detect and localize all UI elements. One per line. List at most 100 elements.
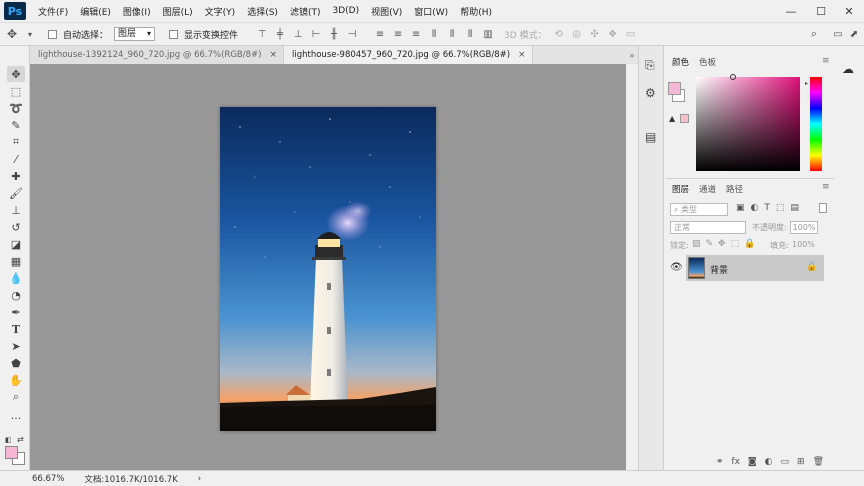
zoom-level[interactable]: 66.67% [32, 474, 64, 484]
history-panel-icon[interactable]: ⎘ [645, 58, 655, 73]
gradient-tool-icon[interactable]: ▦ [7, 253, 25, 269]
opacity-input[interactable]: 100% [790, 221, 818, 234]
align-right-icon[interactable]: ⊣ [346, 28, 358, 40]
hue-slider-handle[interactable]: ▸ [805, 80, 808, 87]
folder-icon[interactable]: ▭ [781, 457, 790, 467]
tab-layers[interactable]: 图层 [672, 183, 689, 195]
minimize-button[interactable]: — [776, 0, 806, 22]
path-select-tool-icon[interactable]: ➤ [7, 338, 25, 354]
properties-panel-icon[interactable]: ⚙ [645, 86, 656, 100]
panel-menu-icon[interactable]: ≡ [822, 182, 830, 192]
more-tools-icon[interactable]: ··· [7, 410, 25, 426]
menu-view[interactable]: 视图(V) [365, 5, 408, 18]
shape-tool-icon[interactable]: ⬟ [7, 355, 25, 371]
quick-select-tool-icon[interactable]: ✎ [7, 117, 25, 133]
link-icon[interactable]: ⚭ [716, 457, 724, 467]
menu-edit[interactable]: 编辑(E) [74, 5, 117, 18]
close-icon[interactable]: × [269, 50, 277, 60]
creative-cloud-icon[interactable]: ☁ [842, 62, 854, 76]
tab-paths[interactable]: 路径 [726, 183, 743, 195]
distribute-vcenter-icon[interactable]: ≡ [392, 28, 404, 40]
3d-rotate-icon[interactable]: ⟲ [553, 28, 565, 40]
menu-3d[interactable]: 3D(D) [326, 6, 365, 16]
default-colors-icon[interactable]: ◧ [5, 436, 12, 444]
workspace-icon[interactable]: ▭ [832, 28, 844, 40]
tab-document-1[interactable]: lighthouse-1392124_960_720.jpg @ 66.7%(R… [30, 46, 284, 64]
menu-help[interactable]: 帮助(H) [454, 5, 498, 18]
blur-tool-icon[interactable]: 💧 [7, 270, 25, 286]
status-menu-arrow[interactable]: › [198, 474, 201, 484]
menu-type[interactable]: 文字(Y) [199, 5, 242, 18]
layer-name[interactable]: 背景 [710, 263, 728, 276]
filter-toggle[interactable] [819, 203, 827, 213]
blend-mode-dropdown[interactable]: 正常 [670, 221, 746, 234]
move-tool-icon[interactable]: ✥ [7, 66, 25, 82]
foreground-color-swatch[interactable] [668, 82, 681, 95]
eyedropper-tool-icon[interactable]: ⁄ [7, 151, 25, 167]
align-left-icon[interactable]: ⊢ [310, 28, 322, 40]
distribute-left-icon[interactable]: ⦀ [428, 28, 440, 40]
zoom-tool-icon[interactable]: ⌕ [7, 389, 25, 405]
chevron-down-icon[interactable]: ▾ [24, 28, 36, 40]
panel-menu-icon[interactable]: ≡ [822, 56, 830, 66]
foreground-color-swatch[interactable] [5, 446, 18, 459]
layer-row-background[interactable]: 背景 🔒 [686, 255, 824, 281]
tab-color[interactable]: 颜色 [672, 56, 689, 68]
clone-stamp-tool-icon[interactable]: ⊥ [7, 202, 25, 218]
libraries-panel-icon[interactable]: ▤ [645, 130, 656, 144]
menu-file[interactable]: 文件(F) [32, 5, 74, 18]
collapse-panels-icon[interactable]: » [626, 46, 638, 64]
3d-roll-icon[interactable]: ◎ [571, 28, 583, 40]
marquee-tool-icon[interactable]: ⬚ [7, 83, 25, 99]
healing-brush-tool-icon[interactable]: ✚ [7, 168, 25, 184]
close-button[interactable]: ✕ [834, 0, 864, 22]
tab-channels[interactable]: 通道 [699, 183, 716, 195]
lasso-tool-icon[interactable]: ➰ [7, 100, 25, 116]
align-top-icon[interactable]: ⊤ [256, 28, 268, 40]
menu-window[interactable]: 窗口(W) [408, 5, 454, 18]
color-picker-cursor[interactable] [730, 74, 736, 80]
auto-select-checkbox[interactable] [48, 29, 57, 39]
mask-icon[interactable]: ◙ [748, 457, 757, 467]
tab-swatches[interactable]: 色板 [699, 56, 716, 68]
3d-scale-icon[interactable]: ▭ [625, 28, 637, 40]
eraser-tool-icon[interactable]: ◪ [7, 236, 25, 252]
close-icon[interactable]: × [518, 50, 526, 60]
new-layer-icon[interactable]: ⊞ [797, 457, 805, 467]
search-icon[interactable]: ⌕ [808, 27, 820, 40]
distribute-right-icon[interactable]: ⦀ [464, 28, 476, 40]
layer-filter-icons[interactable]: ▣◐T⬚▤ [736, 203, 805, 213]
distribute-bottom-icon[interactable]: ≡ [410, 28, 422, 40]
menu-select[interactable]: 选择(S) [241, 5, 284, 18]
tab-document-2[interactable]: lighthouse-980457_960_720.jpg @ 66.7%(RG… [284, 46, 533, 64]
history-brush-tool-icon[interactable]: ↺ [7, 219, 25, 235]
menu-layer[interactable]: 图层(L) [157, 5, 199, 18]
color-field[interactable] [696, 77, 800, 171]
type-tool-icon[interactable]: T [7, 321, 25, 337]
document-image[interactable] [220, 107, 436, 431]
gamut-swatch[interactable] [680, 114, 689, 123]
share-icon[interactable]: ⬈ [848, 28, 860, 40]
align-vcenter-icon[interactable]: ╪ [274, 28, 286, 40]
distribute-top-icon[interactable]: ≡ [374, 28, 386, 40]
auto-select-dropdown[interactable]: 图层 [114, 27, 156, 41]
adjustment-icon[interactable]: ◐ [765, 457, 773, 467]
hand-tool-icon[interactable]: ✋ [7, 372, 25, 388]
visibility-eye-icon[interactable]: 👁 [670, 262, 683, 273]
warning-icon[interactable]: ▲ [669, 114, 675, 123]
menu-filter[interactable]: 滤镜(T) [284, 5, 327, 18]
move-tool-icon[interactable]: ✥ [6, 27, 18, 41]
distribute-hcenter-icon[interactable]: ⦀ [446, 28, 458, 40]
show-transform-checkbox[interactable] [169, 29, 179, 39]
menu-image[interactable]: 图像(I) [117, 5, 157, 18]
align-bottom-icon[interactable]: ⊥ [292, 28, 304, 40]
hue-slider[interactable] [810, 77, 822, 171]
3d-drag-icon[interactable]: ✣ [589, 28, 601, 40]
crop-tool-icon[interactable]: ⌗ [7, 134, 25, 150]
brush-tool-icon[interactable]: 🖌 [7, 185, 25, 201]
trash-icon[interactable]: 🗑 [813, 457, 824, 467]
pen-tool-icon[interactable]: ✒ [7, 304, 25, 320]
fill-input[interactable]: 100% [792, 240, 815, 249]
maximize-button[interactable]: ☐ [806, 0, 836, 22]
fx-icon[interactable]: fx [731, 457, 740, 467]
